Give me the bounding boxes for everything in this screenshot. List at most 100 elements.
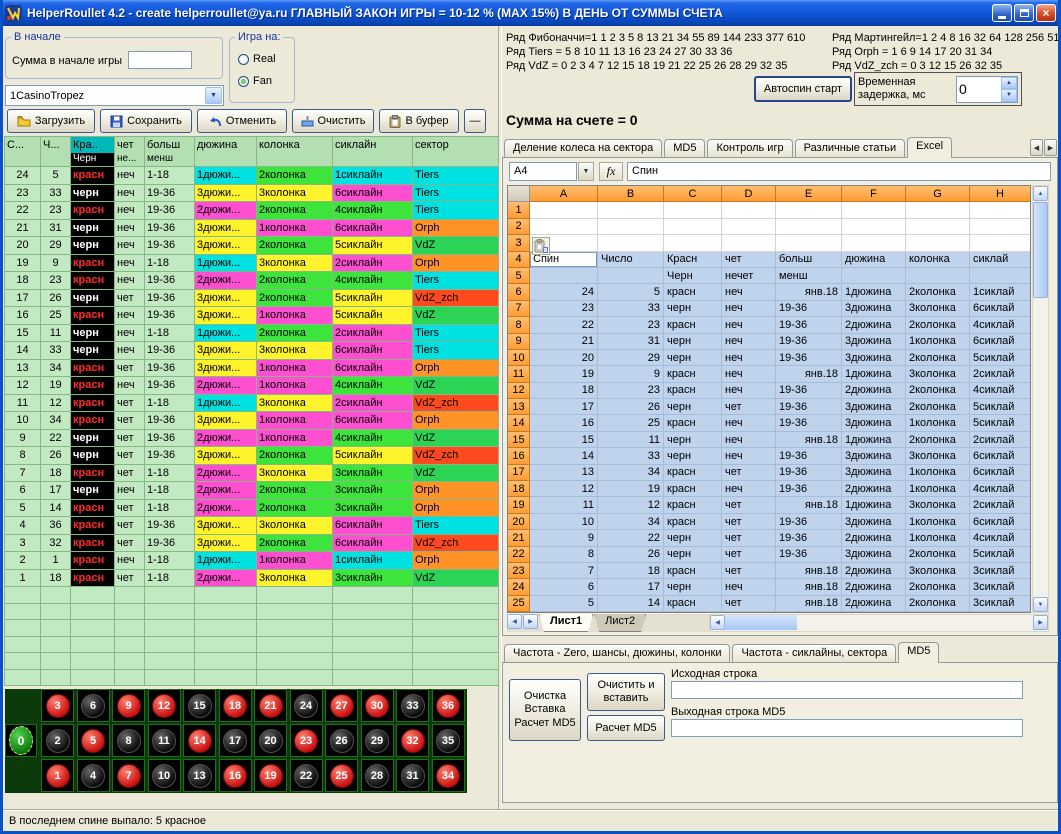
excel-cell[interactable]: чет — [722, 465, 776, 481]
excel-cell[interactable]: 13 — [530, 465, 598, 481]
md5-source-input[interactable] — [671, 681, 1023, 699]
excel-cell[interactable]: 2колонка — [906, 579, 970, 595]
excel-cell[interactable]: 15 — [530, 432, 598, 448]
excel-row-header[interactable]: 6 — [508, 284, 530, 300]
board-number[interactable]: 22 — [290, 759, 323, 792]
excel-cell[interactable]: красн — [664, 563, 722, 579]
excel-cell[interactable]: 23 — [530, 301, 598, 317]
board-number[interactable]: 14 — [183, 724, 216, 757]
excel-cell[interactable] — [906, 219, 970, 235]
excel-cell[interactable]: 1колонка — [906, 514, 970, 530]
excel-cell[interactable]: янв.18 — [776, 366, 842, 382]
excel-row-header[interactable]: 19 — [508, 497, 530, 513]
table-row[interactable]: 1726чернчет19-363дюжи...2колонка5сиклайн… — [5, 290, 499, 308]
excel-cell[interactable]: 18 — [598, 563, 664, 579]
excel-cell[interactable]: янв.18 — [776, 497, 842, 513]
column-header[interactable]: Ч... — [41, 137, 71, 167]
excel-cell[interactable]: менш — [776, 268, 842, 284]
excel-cell[interactable]: 2дюжина — [842, 563, 906, 579]
excel-cell[interactable]: 12 — [598, 497, 664, 513]
close-button[interactable]: × — [1036, 4, 1056, 22]
excel-cell[interactable]: 22 — [530, 317, 598, 333]
excel-cell[interactable] — [722, 219, 776, 235]
excel-cell[interactable]: чет — [722, 547, 776, 563]
chevron-down-icon[interactable]: ▼ — [205, 87, 222, 104]
excel-row-header[interactable]: 5 — [508, 268, 530, 284]
excel-cell[interactable]: 2колонка — [906, 350, 970, 366]
radio-real[interactable]: Real — [238, 53, 276, 65]
tab-scroll-right-button[interactable]: ▶ — [1044, 139, 1057, 156]
excel-cell[interactable] — [776, 235, 842, 251]
excel-cell[interactable]: 26 — [598, 399, 664, 415]
excel-cell[interactable]: 5сиклай — [970, 350, 1031, 366]
excel-cell[interactable]: 2колонка — [906, 547, 970, 563]
excel-cell[interactable]: 8 — [530, 547, 598, 563]
board-number[interactable]: 23 — [290, 724, 323, 757]
table-row[interactable]: 21красннеч1-181дюжи...1колонка1сиклайнOr… — [5, 552, 499, 570]
excel-cell[interactable]: 19-36 — [776, 547, 842, 563]
excel-cell[interactable]: 3сиклай — [970, 579, 1031, 595]
excel-cell[interactable]: 22 — [598, 530, 664, 546]
board-number[interactable]: 36 — [432, 689, 465, 722]
excel-row-header[interactable]: 15 — [508, 432, 530, 448]
board-number[interactable]: 11 — [148, 724, 181, 757]
board-number[interactable]: 9 — [112, 689, 145, 722]
excel-cell[interactable]: 3сиклай — [970, 563, 1031, 579]
excel-row-header[interactable]: 25 — [508, 596, 530, 612]
excel-cell[interactable]: 2дюжина — [842, 481, 906, 497]
table-row[interactable]: 1433черннеч19-363дюжи...3колонка6сиклайн… — [5, 342, 499, 360]
column-header[interactable]: сиклайн — [333, 137, 413, 167]
excel-cell[interactable] — [906, 202, 970, 218]
excel-cell[interactable]: 1колонка — [906, 465, 970, 481]
excel-row-header[interactable]: 2 — [508, 219, 530, 235]
clear-button[interactable]: Очистить — [292, 109, 374, 133]
table-row[interactable]: 718краснчет1-182дюжи...3колонка3сиклайнV… — [5, 465, 499, 483]
excel-cell[interactable]: 14 — [530, 448, 598, 464]
excel-cell[interactable]: 1дюжина — [842, 497, 906, 513]
excel-cell[interactable] — [722, 235, 776, 251]
excel-column-header[interactable]: E — [776, 186, 842, 202]
excel-cell[interactable]: 3дюжина — [842, 301, 906, 317]
excel-cell[interactable] — [842, 202, 906, 218]
excel-cell[interactable]: красн — [664, 415, 722, 431]
excel-cell[interactable]: 34 — [598, 465, 664, 481]
excel-cell[interactable] — [664, 219, 722, 235]
excel-cell[interactable] — [776, 219, 842, 235]
excel-cell[interactable]: Красн — [664, 252, 722, 268]
excel-cell[interactable] — [842, 235, 906, 251]
board-number[interactable]: 27 — [325, 689, 358, 722]
excel-cell[interactable] — [530, 268, 598, 284]
table-row[interactable]: 2333черннеч19-363дюжи...3колонка6сиклайн… — [5, 185, 499, 203]
excel-cell[interactable]: колонка — [906, 252, 970, 268]
excel-cell[interactable]: 3колонка — [906, 366, 970, 382]
excel-cell[interactable]: 1колонка — [906, 530, 970, 546]
copy-to-buffer-button[interactable]: В буфер — [379, 109, 459, 133]
excel-cell[interactable]: 3колонка — [906, 301, 970, 317]
excel-cell[interactable]: красн — [664, 284, 722, 300]
board-number[interactable]: 10 — [148, 759, 181, 792]
excel-cell[interactable]: 20 — [530, 350, 598, 366]
load-button[interactable]: Загрузить — [7, 109, 95, 133]
excel-cell[interactable]: 21 — [530, 334, 598, 350]
excel-cell[interactable]: чет — [722, 399, 776, 415]
excel-cell[interactable]: 11 — [530, 497, 598, 513]
scroll-up-icon[interactable]: ▲ — [1033, 186, 1048, 201]
excel-cell[interactable]: 1колонка — [906, 415, 970, 431]
excel-cell[interactable]: 2колонка — [906, 432, 970, 448]
excel-cell[interactable]: 19-36 — [776, 530, 842, 546]
excel-row-header[interactable]: 21 — [508, 530, 530, 546]
excel-cell[interactable]: 3дюжина — [842, 514, 906, 530]
board-number[interactable]: 34 — [432, 759, 465, 792]
excel-cell[interactable]: больш — [776, 252, 842, 268]
board-number[interactable]: 12 — [148, 689, 181, 722]
excel-column-header[interactable]: D — [722, 186, 776, 202]
excel-row-header[interactable]: 20 — [508, 514, 530, 530]
excel-cell[interactable]: неч — [722, 383, 776, 399]
excel-cell[interactable]: 6сиклай — [970, 465, 1031, 481]
excel-cell[interactable] — [842, 268, 906, 284]
tab-articles[interactable]: Различные статьи — [795, 139, 906, 157]
excel-cell[interactable]: красн — [664, 465, 722, 481]
minimize-button[interactable] — [992, 4, 1012, 22]
excel-row-header[interactable]: 24 — [508, 579, 530, 595]
excel-row-header[interactable]: 14 — [508, 415, 530, 431]
